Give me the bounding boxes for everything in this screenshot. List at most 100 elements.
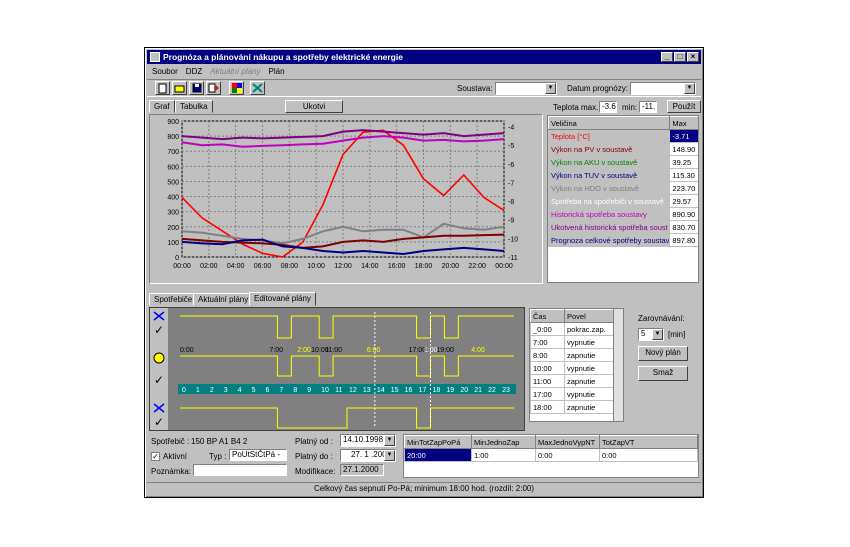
chart-panel: 00:00 02:00 04:00 06:00 08:00 10:00 12:00 14:00… (149, 114, 543, 284)
chevron-down-icon[interactable]: ▼ (652, 329, 663, 340)
legend-row[interactable]: Historická spotřeba soustavy 890.90 (548, 207, 698, 221)
command-cas: 10:00 (530, 361, 565, 375)
anchor-icon[interactable] (250, 81, 265, 95)
pouzit-button[interactable]: Použít (667, 100, 701, 113)
hour-label: 17 (419, 387, 427, 394)
chevron-down-icon[interactable]: ▼ (684, 83, 695, 94)
schedule-waveform (180, 315, 514, 339)
legend-row[interactable]: Výkon na HDO v soustavě 223.70 (548, 181, 698, 195)
new-icon[interactable] (155, 81, 170, 95)
chevron-down-icon[interactable]: ▼ (545, 83, 556, 94)
command-row[interactable]: 11:00 zapnutie (530, 374, 616, 388)
command-row[interactable]: 7:00 vypnutie (530, 335, 616, 349)
legend-row[interactable]: Výkon na AKU v soustavě 39.25 (548, 155, 698, 169)
window-title: Prognóza a plánování nákupu a spotřeby e… (163, 52, 403, 62)
tab-editovane-plany[interactable]: Editované plány (249, 292, 316, 306)
command-row[interactable]: 8:00 zapnutie (530, 348, 616, 362)
close-button[interactable]: × (687, 52, 699, 62)
colors-icon[interactable] (229, 81, 244, 95)
clock-icon (153, 352, 165, 364)
legend-header-max: Max (669, 116, 698, 130)
legend-max: 115.30 (669, 168, 698, 182)
legend-row[interactable]: Výkon na PV v soustavě 148.90 (548, 142, 698, 156)
teplota-max-input[interactable]: -3.6 (599, 101, 617, 113)
legend-max: 39.25 (669, 155, 698, 169)
command-cas: 18:00 (530, 400, 565, 414)
limit-header-mintotzap: MinTotZapPoPá (404, 435, 472, 449)
aktivni-label: Aktivní (163, 452, 188, 461)
open-icon[interactable] (172, 81, 187, 95)
legend-row[interactable]: Prognoza celkové spotřeby soustav 897.80 (548, 233, 698, 247)
export-icon[interactable] (206, 81, 221, 95)
command-cas: 17:00 (530, 387, 565, 401)
hour-label: 5 (252, 387, 256, 394)
y-left-tick-label: 500 (167, 179, 179, 186)
command-povel: zapnutie (564, 348, 616, 362)
hour-label: 12 (349, 387, 357, 394)
modifikace-label: Modifikace: (295, 467, 336, 476)
menu-plan[interactable]: Plán (269, 67, 285, 76)
hour-label: 20 (460, 387, 468, 394)
save-icon[interactable] (189, 81, 204, 95)
hour-label: 18 (433, 387, 441, 394)
limit-cell[interactable]: 1:00 (471, 448, 536, 462)
menu-soubor[interactable]: Soubor (152, 67, 178, 76)
legend-row[interactable]: Výkon na TUV v soustavě 115.30 (548, 168, 698, 182)
platny-od-select[interactable]: 14.10.1998 ▼ (340, 434, 396, 447)
chart-svg: 00:00 02:00 04:00 06:00 08:00 10:00 12:00 14:00… (167, 119, 518, 270)
legend-name: Výkon na TUV v soustavě (548, 168, 671, 182)
smaz-button[interactable]: Smaž (638, 366, 688, 381)
spotrebic-label: Spotřebič : (151, 437, 190, 446)
command-cas: 8:00 (530, 348, 565, 362)
y-left-tick-label: 0 (175, 255, 179, 262)
tab-graf[interactable]: Graf (149, 100, 175, 113)
command-row[interactable]: 18:00 zapnutie (530, 400, 616, 414)
hour-label: 4 (238, 387, 242, 394)
hour-label: 9 (307, 387, 311, 394)
teplota-max-label: Teplota max. (553, 103, 599, 112)
limit-header-totzapvt: TotZapVT (599, 435, 698, 449)
y-right-tick-label: -5 (508, 143, 514, 150)
legend-row[interactable]: Ukotvená historická spotřeba soust 830.70 (548, 220, 698, 234)
y-left-tick-label: 300 (167, 210, 179, 217)
typ-input[interactable]: PoUtStČtPá - (229, 449, 287, 461)
command-row[interactable]: 17:00 vypnutie (530, 387, 616, 401)
tab-spotrebice[interactable]: Spotřebiče (149, 293, 198, 306)
command-row[interactable]: _0:00 pokrac.zap. (530, 322, 616, 336)
novy-plan-button[interactable]: Nový plán (638, 346, 688, 361)
schedule-time-label: 19:00 (436, 347, 454, 354)
command-cas: 7:00 (530, 335, 565, 349)
schedule-time-label: 2:00 (297, 347, 311, 354)
aktivni-checkbox[interactable]: ✓ (151, 452, 160, 461)
teplota-min-input[interactable]: -11. (639, 101, 657, 113)
limit-cell[interactable]: 0:00 (599, 448, 698, 462)
zarovnani-label: Zarovnávání: (638, 314, 685, 323)
ukotvi-button[interactable]: Ukotvi (285, 100, 343, 113)
command-row[interactable]: 10:00 vypnutie (530, 361, 616, 375)
soustava-select[interactable]: ▼ (495, 82, 557, 95)
commands-scrollbar[interactable] (613, 309, 623, 421)
tab-aktualni-plany[interactable]: Aktuální plány (193, 293, 254, 306)
platny-do-select[interactable]: 27. 1 .2000 ▼ (340, 449, 396, 462)
chevron-down-icon[interactable]: ▼ (384, 435, 395, 446)
tab-tabulka[interactable]: Tabulka (175, 100, 213, 113)
legend-row[interactable]: Teplota [°C] -3.71 (548, 129, 698, 143)
datum-select[interactable]: ▼ (630, 82, 696, 95)
poznamka-input[interactable] (193, 464, 287, 476)
limit-cell[interactable]: 20:00 (404, 448, 472, 462)
menu-ddz[interactable]: DDZ (186, 67, 202, 76)
hour-label: 0 (182, 387, 186, 394)
minimize-button[interactable]: _ (661, 52, 673, 62)
chevron-down-icon[interactable]: ▼ (384, 450, 395, 461)
limit-header-minjednozap: MinJednoZap (471, 435, 536, 449)
legend-row[interactable]: Spotřeba na spotřebiči v soustavě 29.57 (548, 194, 698, 208)
legend-max: 830.70 (669, 220, 698, 234)
limits-table: MinTotZapPoPá MinJednoZap MaxJednoVypNT … (403, 434, 699, 478)
limit-cell[interactable]: 0:00 (535, 448, 600, 462)
y-left-tick-label: 700 (167, 149, 179, 156)
zarovnani-select[interactable]: 5 ▼ (638, 328, 664, 341)
y-left-tick-label: 600 (167, 164, 179, 171)
schedule-time-label: 7:00 (269, 347, 283, 354)
maximize-button[interactable]: □ (674, 52, 686, 62)
legend-name: Výkon na HDO v soustavě (548, 181, 671, 195)
